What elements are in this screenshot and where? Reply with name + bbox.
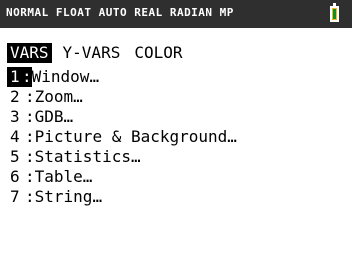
menu-item-string[interactable]: 7: String…	[10, 187, 237, 207]
menu-item-label: Window…	[31, 67, 100, 86]
menu-item-label: Zoom…	[34, 87, 83, 106]
menu-item-label: GDB…	[34, 107, 74, 126]
battery-icon	[330, 3, 339, 22]
calculator-screen: NORMAL FLOAT AUTO REAL RADIAN MP VARS Y-…	[0, 0, 352, 266]
tab-vars[interactable]: VARS	[7, 43, 52, 63]
tab-y-vars[interactable]: Y-VARS	[60, 43, 124, 63]
menu-item-number: 7	[10, 187, 20, 206]
menu-tabs: VARS Y-VARS COLOR	[7, 43, 194, 63]
menu-item-colon: :	[25, 167, 35, 186]
menu-item-label: Table…	[34, 167, 93, 186]
menu-item-picture-background[interactable]: 4: Picture & Background…	[10, 127, 237, 147]
menu-item-label: String…	[34, 187, 103, 206]
tab-color[interactable]: COLOR	[131, 43, 185, 63]
menu-item-colon: :	[25, 127, 35, 146]
menu-item-table[interactable]: 6: Table…	[10, 167, 237, 187]
menu-item-number: 3	[10, 107, 20, 126]
menu-item-colon: :	[25, 87, 35, 106]
menu-item-colon: :	[25, 187, 35, 206]
menu-item-number: 1	[7, 67, 22, 87]
menu-item-colon: :	[22, 67, 32, 87]
menu-item-label: Picture & Background…	[34, 127, 237, 146]
menu-item-number: 2	[10, 87, 20, 106]
status-bar: NORMAL FLOAT AUTO REAL RADIAN MP	[0, 0, 352, 28]
menu-item-number: 4	[10, 127, 20, 146]
menu-item-colon: :	[25, 107, 35, 126]
menu-item-gdb[interactable]: 3: GDB…	[10, 107, 237, 127]
menu-item-number: 5	[10, 147, 20, 166]
menu-item-window[interactable]: 1: Window…	[7, 67, 237, 87]
mode-status-text: NORMAL FLOAT AUTO REAL RADIAN MP	[6, 6, 234, 19]
menu-item-colon: :	[25, 147, 35, 166]
battery-level	[333, 9, 336, 19]
menu-item-statistics[interactable]: 5: Statistics…	[10, 147, 237, 167]
menu-item-zoom[interactable]: 2: Zoom…	[10, 87, 237, 107]
menu-item-label: Statistics…	[34, 147, 141, 166]
menu-item-number: 6	[10, 167, 20, 186]
menu-list: 1: Window… 2: Zoom… 3: GDB… 4: Picture & Bac…	[7, 67, 237, 207]
